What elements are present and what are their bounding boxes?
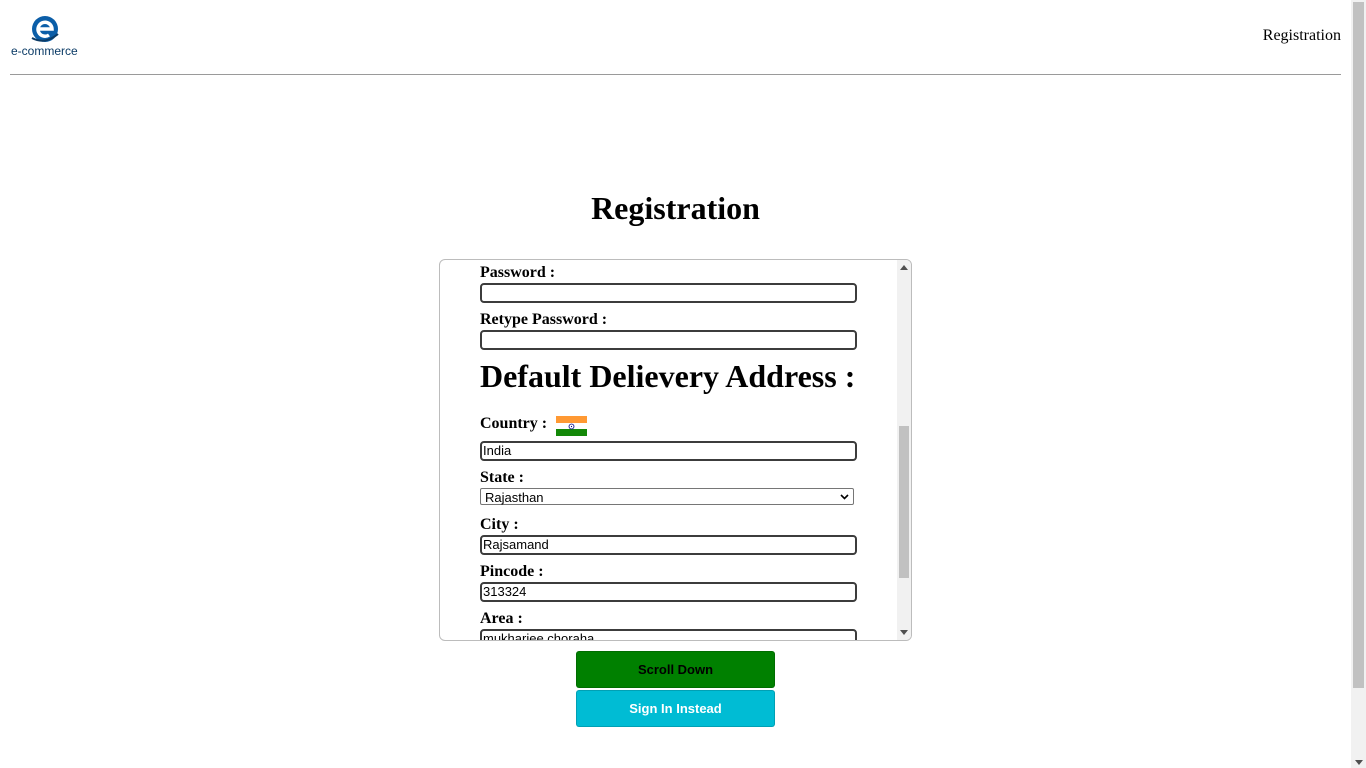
page-scrollbar[interactable] <box>1351 0 1366 768</box>
form-scrollbar[interactable] <box>897 260 911 640</box>
country-field[interactable]: India <box>480 441 857 461</box>
state-label: State : <box>480 469 524 486</box>
city-field[interactable]: Rajsamand <box>480 535 857 555</box>
india-flag-icon <box>556 416 587 436</box>
page-scroll-down-arrow-icon[interactable] <box>1355 760 1363 765</box>
retype-password-label: Retype Password : <box>480 311 608 328</box>
brand-logo[interactable]: e-commerce <box>10 12 82 58</box>
form-scrollbar-thumb[interactable] <box>899 426 909 578</box>
e-commerce-logo-icon <box>31 16 59 42</box>
page-title: Registration <box>591 190 760 226</box>
state-select[interactable]: Rajasthan <box>480 488 854 505</box>
delivery-address-heading: Default Delievery Address : <box>480 358 856 394</box>
scroll-down-button[interactable]: Scroll Down <box>576 651 775 688</box>
scroll-down-arrow-icon[interactable] <box>900 630 908 635</box>
registration-form-scroll-box[interactable]: Password : Retype Password : Default Del… <box>439 259 912 641</box>
area-label: Area : <box>480 610 523 627</box>
chevron-down-icon <box>840 494 849 500</box>
retype-password-field[interactable] <box>480 330 857 350</box>
pincode-label: Pincode : <box>480 563 544 580</box>
password-field[interactable] <box>480 283 857 303</box>
site-header: e-commerce Registration <box>10 0 1341 75</box>
area-field[interactable]: mukharjee choraha <box>480 629 857 640</box>
sign-in-instead-button[interactable]: Sign In Instead <box>576 690 775 727</box>
pincode-field[interactable]: 313324 <box>480 582 857 602</box>
country-label: Country : <box>480 415 548 432</box>
password-label: Password : <box>480 264 556 281</box>
nav-registration-link[interactable]: Registration <box>1263 27 1341 45</box>
city-label: City : <box>480 516 519 533</box>
brand-name: e-commerce <box>11 44 78 58</box>
page-scrollbar-thumb[interactable] <box>1353 2 1364 688</box>
scroll-up-arrow-icon[interactable] <box>900 265 908 270</box>
